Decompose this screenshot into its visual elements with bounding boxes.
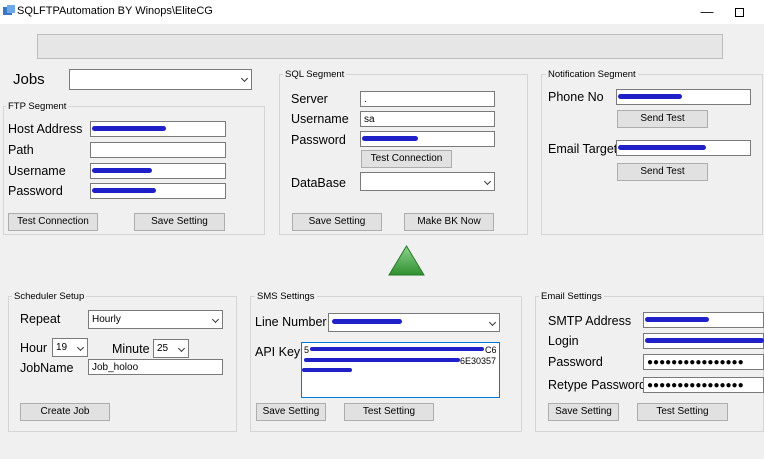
api-key-text-line2-end: 6E30357	[460, 356, 497, 366]
redaction-scribble	[645, 338, 764, 343]
sql-username-label: Username	[291, 112, 349, 126]
chevron-down-icon	[240, 74, 249, 83]
sms-test-setting-button[interactable]: Test Setting	[344, 403, 434, 421]
chevron-down-icon	[177, 344, 186, 353]
email-target-label: Email Target	[548, 142, 618, 156]
api-key-text-start: 5	[304, 345, 310, 355]
ftp-path-input[interactable]	[90, 142, 226, 158]
make-backup-button[interactable]: Make BK Now	[404, 213, 494, 231]
sql-database-combobox[interactable]	[360, 172, 495, 191]
retype-password-label: Retype Password	[548, 378, 646, 392]
redaction-scribble	[618, 94, 682, 99]
redaction-scribble	[92, 168, 152, 173]
sms-settings-title: SMS Settings	[255, 291, 317, 302]
smtp-address-label: SMTP Address	[548, 314, 632, 328]
jobs-combobox[interactable]	[69, 69, 252, 90]
email-settings-title: Email Settings	[539, 291, 604, 302]
sql-test-connection-button[interactable]: Test Connection	[361, 150, 452, 168]
notification-segment-title: Notification Segment	[546, 69, 638, 80]
email-test-setting-button[interactable]: Test Setting	[637, 403, 728, 421]
phone-label: Phone No	[548, 90, 604, 104]
sql-segment-title: SQL Segment	[283, 69, 347, 80]
jobname-input[interactable]: Job_holoo	[88, 359, 223, 375]
scheduler-setup-title: Scheduler Setup	[12, 291, 87, 302]
hour-label: Hour	[20, 341, 48, 355]
sql-server-label: Server	[291, 92, 328, 106]
api-key-label: API Key	[255, 345, 301, 359]
app-icon	[3, 5, 15, 15]
email-password-input[interactable]: ●●●●●●●●●●●●●●●●	[643, 354, 764, 370]
sql-username-input[interactable]: sa	[360, 111, 495, 127]
sql-database-label: DataBase	[291, 176, 346, 190]
repeat-label: Repeat	[20, 312, 61, 326]
send-test-phone-button[interactable]: Send Test	[617, 110, 708, 128]
sql-server-input[interactable]: .	[360, 91, 495, 107]
minute-label: Minute	[112, 342, 150, 356]
redaction-scribble	[92, 188, 156, 193]
redaction-scribble	[310, 347, 484, 351]
hour-combobox[interactable]: 19	[52, 338, 88, 357]
window-title: SQLFTPAutomation BY Winops\EliteCG	[17, 5, 213, 17]
create-job-button[interactable]: Create Job	[20, 403, 110, 421]
repeat-combobox[interactable]: Hourly	[88, 310, 223, 329]
ftp-password-label: Password	[8, 184, 63, 198]
api-key-text-line1-end: C6	[485, 345, 497, 355]
email-password-label: Password	[548, 355, 603, 369]
jobname-label: JobName	[20, 361, 74, 375]
ftp-segment-title: FTP Segment	[6, 101, 69, 112]
sms-save-setting-button[interactable]: Save Setting	[256, 403, 326, 421]
chevron-down-icon	[483, 177, 492, 186]
redaction-scribble	[302, 368, 352, 372]
send-test-email-button[interactable]: Send Test	[617, 163, 708, 181]
ftp-save-setting-button[interactable]: Save Setting	[134, 213, 225, 231]
minimize-icon[interactable]: —	[698, 2, 716, 22]
redaction-scribble	[332, 319, 402, 324]
minute-combobox[interactable]: 25	[153, 339, 189, 358]
title-bar: SQLFTPAutomation BY Winops\EliteCG —	[0, 0, 764, 24]
chevron-down-icon	[211, 315, 220, 324]
redaction-scribble	[645, 317, 709, 322]
login-label: Login	[548, 334, 579, 348]
ftp-path-label: Path	[8, 143, 34, 157]
jobs-label: Jobs	[13, 71, 45, 88]
redaction-scribble	[92, 126, 166, 131]
ftp-username-label: Username	[8, 164, 66, 178]
redaction-scribble	[362, 136, 418, 141]
line-number-label: Line Number	[255, 315, 327, 329]
retype-password-input[interactable]: ●●●●●●●●●●●●●●●●	[643, 377, 764, 393]
maximize-icon[interactable]	[732, 3, 746, 21]
ftp-host-label: Host Address	[8, 122, 83, 136]
triangle-up-icon[interactable]	[388, 245, 425, 276]
chevron-down-icon	[76, 343, 85, 352]
progress-bar	[37, 34, 723, 59]
chevron-down-icon	[488, 318, 497, 327]
sql-password-label: Password	[291, 133, 346, 147]
redaction-scribble	[618, 145, 706, 150]
email-save-setting-button[interactable]: Save Setting	[548, 403, 619, 421]
redaction-scribble	[304, 358, 460, 362]
ftp-test-connection-button[interactable]: Test Connection	[8, 213, 98, 231]
sql-save-setting-button[interactable]: Save Setting	[292, 213, 382, 231]
